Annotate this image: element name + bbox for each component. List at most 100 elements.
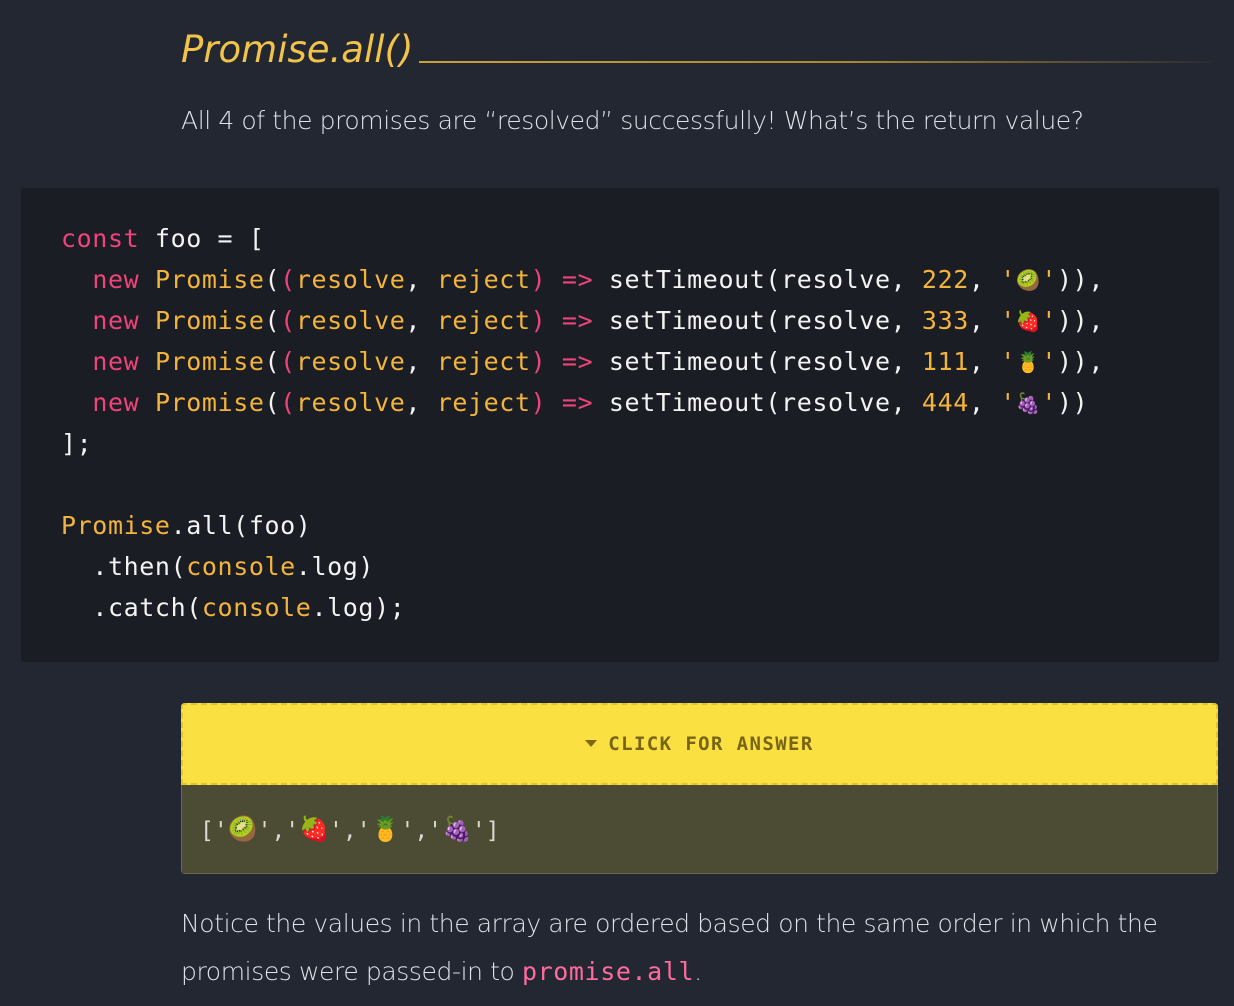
code-line-then: .then(console.log): [61, 546, 1104, 587]
code-token: =>: [561, 265, 594, 294]
click-for-answer-toggle[interactable]: CLICK FOR ANSWER: [181, 703, 1218, 785]
code-token: ,: [405, 347, 437, 376]
code-token: ): [530, 388, 547, 417]
code-line-promise: new Promise((resolve, reject) => setTime…: [61, 300, 1104, 341]
code-token: ,: [405, 388, 437, 417]
code-token: reject: [436, 388, 531, 417]
answer-separator: ',': [257, 817, 300, 844]
code-token: Promise: [154, 306, 265, 335]
fruit-emoji-icon: 🍇: [442, 814, 472, 843]
caret-down-icon: [585, 739, 598, 747]
heading-title: Promise.all(): [181, 28, 414, 71]
code-token: ,: [405, 265, 437, 294]
code-token: )),: [1057, 306, 1104, 335]
code-token: Promise: [154, 388, 265, 417]
code-token: ': [1000, 265, 1016, 294]
code-token-all-call: .all(foo): [170, 511, 312, 540]
code-token: reject: [436, 347, 531, 376]
code-token-catch-close: );: [374, 593, 406, 622]
code-token: ,: [968, 265, 1001, 294]
code-token: resolve: [295, 306, 406, 335]
code-token: ,: [968, 306, 1001, 335]
page: Promise.all() All 4 of the promises are …: [0, 0, 1234, 1006]
section-heading: Promise.all(): [181, 22, 1211, 72]
answer-separator: ',': [329, 817, 371, 844]
code-token-console: console: [201, 593, 312, 622]
code-token: 444: [921, 388, 969, 417]
heading-rule: [419, 61, 1211, 63]
code-line-promise-all: Promise.all(foo): [61, 505, 1104, 546]
toggle-label: CLICK FOR ANSWER: [608, 733, 814, 755]
fruit-emoji-icon: 🍓: [299, 814, 330, 843]
code-token: setTimeout(resolve,: [608, 265, 922, 294]
code-token: ,: [968, 347, 1001, 376]
code-token: ,: [405, 306, 437, 335]
code-token: (: [280, 347, 296, 376]
code-token: )),: [1057, 265, 1104, 294]
code-token: (: [280, 306, 296, 335]
code-token-array-close: ];: [61, 429, 93, 458]
code-token-log: .log: [311, 593, 375, 622]
code-token: new: [92, 347, 140, 376]
code-token: ': [1041, 265, 1058, 294]
code-token: setTimeout(resolve,: [608, 388, 922, 417]
code-token: )): [1057, 388, 1089, 417]
code-token: resolve: [295, 265, 406, 294]
code-token: (: [280, 265, 296, 294]
code-token: ': [1041, 347, 1058, 376]
answer-details: CLICK FOR ANSWER ['🥝','🍓','🍍','🍇']: [181, 703, 1218, 874]
answer-separator: ',': [400, 817, 443, 844]
code-line-promise: new Promise((resolve, reject) => setTime…: [61, 382, 1104, 423]
code-token-then: .then: [92, 552, 171, 581]
fruit-emoji-icon: 🥝: [1015, 268, 1042, 292]
code-token: ': [1000, 388, 1016, 417]
code-token-const: const: [61, 224, 140, 253]
code-line-promise: new Promise((resolve, reject) => setTime…: [61, 259, 1104, 300]
code-token: =>: [561, 306, 594, 335]
promise-lines: new Promise((resolve, reject) => setTime…: [61, 259, 1104, 423]
code-token-then-close: ): [358, 552, 375, 581]
code-token: ,: [968, 388, 1001, 417]
code-token: reject: [436, 306, 531, 335]
answer-separator: ']: [471, 817, 500, 844]
code-line-promise: new Promise((resolve, reject) => setTime…: [61, 341, 1104, 382]
code-token: 333: [921, 306, 969, 335]
code-token: ): [530, 306, 547, 335]
code-token: (: [264, 347, 281, 376]
code-token: resolve: [295, 347, 406, 376]
code-token: reject: [436, 265, 531, 294]
code-token: ': [1000, 347, 1016, 376]
fruit-emoji-icon: 🍇: [1015, 391, 1042, 415]
code-token: (: [264, 388, 281, 417]
code-token: (: [264, 265, 281, 294]
code-token: Promise: [154, 347, 265, 376]
code-token-paren: (: [186, 593, 202, 622]
code-token: ': [1041, 388, 1058, 417]
fruit-emoji-icon: 🍍: [1015, 350, 1042, 374]
answer-value: ['🥝','🍓','🍍','🍇']: [200, 815, 500, 844]
code-token: resolve: [295, 388, 406, 417]
code-token-promise: Promise: [61, 511, 171, 540]
code-token: Promise: [154, 265, 265, 294]
notice-period: .: [694, 957, 702, 986]
code-token: =>: [561, 388, 594, 417]
notice-paragraph: Notice the values in the array are order…: [181, 900, 1221, 996]
code-token: )),: [1057, 347, 1104, 376]
code-token: (: [280, 388, 296, 417]
inline-code-promise-all: promise.all: [521, 957, 695, 986]
code-token-assign: = [: [201, 224, 265, 253]
